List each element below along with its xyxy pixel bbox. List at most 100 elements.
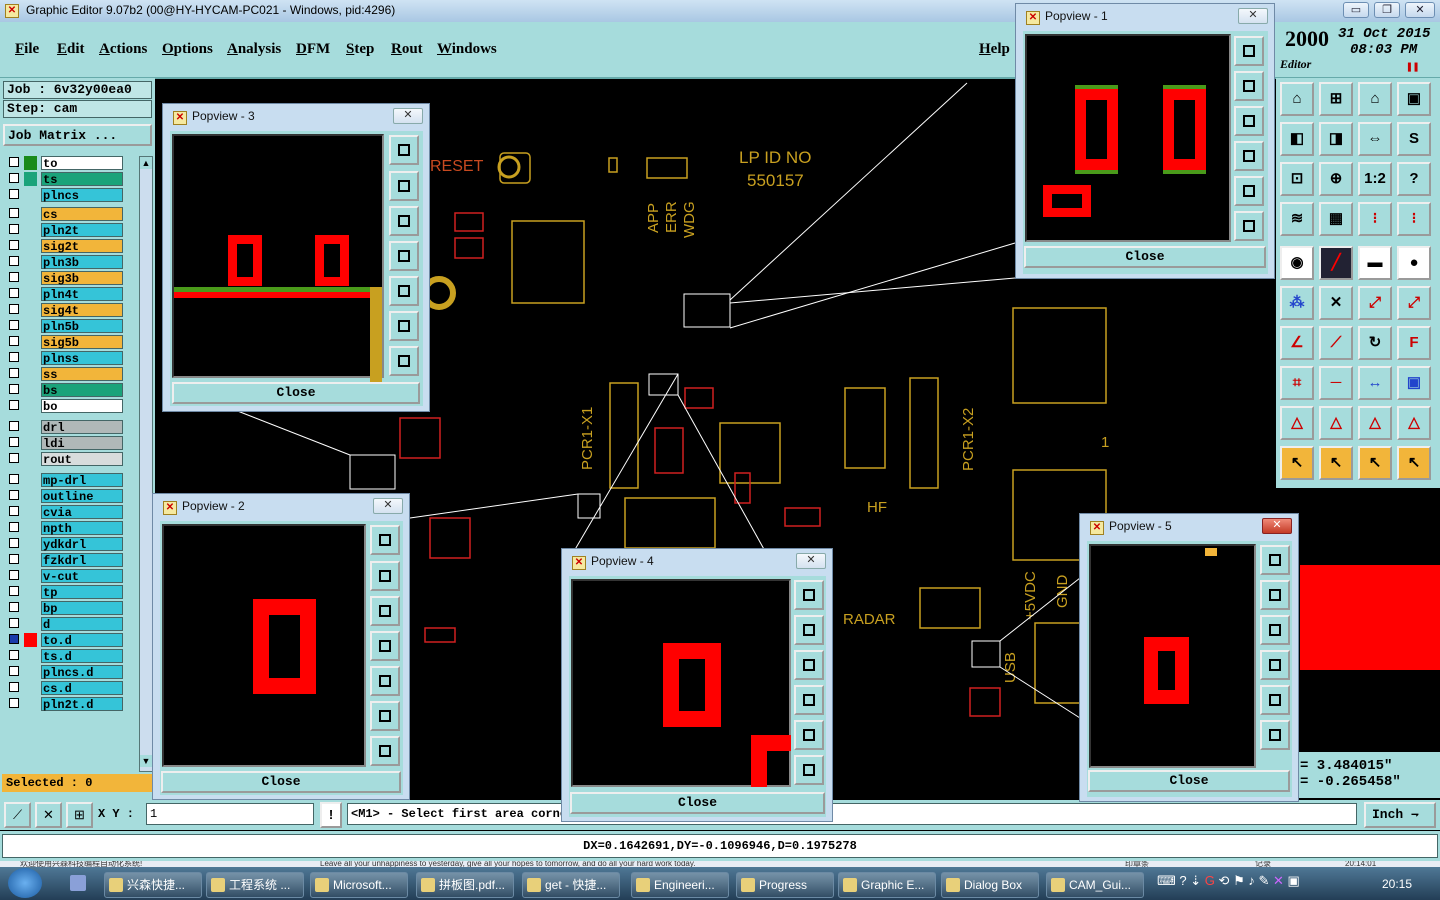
popup-zoom-fit-icon[interactable] [370, 525, 400, 555]
taskbar-item[interactable]: Dialog Box [941, 872, 1039, 898]
layer-checkbox[interactable] [9, 272, 19, 282]
taskbar-item[interactable]: 兴森快捷... [104, 872, 202, 898]
layer-checkbox[interactable] [9, 224, 19, 234]
layer-checkbox[interactable] [9, 650, 19, 660]
tool-pan-left-icon[interactable]: ◧ [1280, 122, 1314, 156]
popup-close-button[interactable]: Close [1088, 770, 1290, 792]
tool-pan-right-icon[interactable]: ◨ [1319, 122, 1353, 156]
layer-checkbox[interactable] [9, 157, 19, 167]
tool-node-icon[interactable]: ⁂ [1280, 286, 1314, 320]
layer-name[interactable]: ldi [41, 436, 123, 451]
popup-close-icon[interactable]: ✕ [373, 498, 403, 514]
layer-row[interactable]: bo [5, 399, 125, 414]
layer-color-swatch[interactable] [24, 255, 37, 269]
layer-row[interactable]: ydkdrl [5, 537, 125, 552]
popup-zoom-fit-icon[interactable] [1234, 36, 1264, 66]
menu-analysis[interactable]: Analysis [227, 41, 281, 58]
layer-row[interactable]: tp [5, 585, 125, 600]
menu-file[interactable]: File [15, 41, 39, 58]
layer-name[interactable]: ss [41, 367, 123, 382]
layer-name[interactable]: sig5b [41, 335, 123, 350]
layer-name[interactable]: pln2t.d [41, 697, 123, 712]
tool-line-icon[interactable]: ╱ [1319, 246, 1353, 280]
layer-row[interactable]: to.d [5, 633, 125, 648]
layer-color-swatch[interactable] [24, 649, 37, 663]
menu-actions[interactable]: Actions [99, 41, 147, 58]
tool-select3-icon[interactable]: ↖ [1358, 446, 1392, 480]
menu-edit[interactable]: Edit [57, 41, 85, 58]
layer-checkbox[interactable] [9, 506, 19, 516]
taskbar-item[interactable]: 工程系统 ... [206, 872, 304, 898]
menu-dfm[interactable]: DFM [296, 41, 330, 58]
layer-name[interactable]: cvia [41, 505, 123, 520]
layer-color-swatch[interactable] [24, 521, 37, 535]
units-select[interactable]: Inch ⇁ [1364, 802, 1436, 828]
layer-color-swatch[interactable] [24, 601, 37, 615]
layer-name[interactable]: bo [41, 399, 123, 414]
layer-checkbox[interactable] [9, 490, 19, 500]
layer-name[interactable]: d [41, 617, 123, 632]
minimize-button[interactable]: ▭ [1343, 2, 1369, 18]
layer-name[interactable]: rout [41, 452, 123, 467]
layer-name[interactable]: fzkdrl [41, 553, 123, 568]
layer-row[interactable]: fzkdrl [5, 553, 125, 568]
layer-color-swatch[interactable] [24, 569, 37, 583]
popup-pan-left-icon[interactable] [1234, 141, 1264, 171]
layer-color-swatch[interactable] [24, 436, 37, 450]
layer-name[interactable]: bp [41, 601, 123, 616]
layer-row[interactable]: cvia [5, 505, 125, 520]
display-tray-icon[interactable]: ▣ [1288, 873, 1300, 888]
popup-canvas[interactable] [1025, 34, 1231, 242]
keyboard-icon[interactable]: ⌨ [1157, 873, 1176, 888]
layer-row[interactable]: ts [5, 172, 125, 187]
layer-row[interactable]: pln4t [5, 287, 125, 302]
layer-checkbox[interactable] [9, 618, 19, 628]
popup-pan-up-icon[interactable] [370, 561, 400, 591]
layer-checkbox[interactable] [9, 173, 19, 183]
layer-row[interactable]: ldi [5, 436, 125, 451]
layer-color-swatch[interactable] [24, 207, 37, 221]
tool-tri2-icon[interactable]: △ [1319, 406, 1353, 440]
layer-color-swatch[interactable] [24, 239, 37, 253]
tool-angle-icon[interactable]: ∠ [1280, 326, 1314, 360]
popup-close-icon[interactable]: ✕ [1238, 8, 1268, 24]
help-tray-icon[interactable]: ? [1179, 873, 1186, 888]
tool-window-icon[interactable]: ▣ [1397, 82, 1431, 116]
popup-zoom-in-icon[interactable] [1234, 211, 1264, 241]
layer-row[interactable]: bp [5, 601, 125, 616]
popup-pan-down-icon[interactable] [1260, 615, 1290, 645]
layer-color-swatch[interactable] [24, 172, 37, 186]
taskbar-item[interactable]: Graphic E... [838, 872, 936, 898]
layer-row[interactable]: plncs.d [5, 665, 125, 680]
layer-name[interactable]: mp-drl [41, 473, 123, 488]
layer-row[interactable]: rout [5, 452, 125, 467]
popup-zoom-in-icon[interactable] [794, 755, 824, 785]
popup-pan-left-icon[interactable] [794, 685, 824, 715]
popup-zoom-fit-icon[interactable] [794, 580, 824, 610]
layer-checkbox[interactable] [9, 368, 19, 378]
layer-color-swatch[interactable] [24, 223, 37, 237]
maximize-button[interactable]: ❐ [1374, 2, 1400, 18]
popup-pan-left-icon[interactable] [1260, 650, 1290, 680]
layer-checkbox[interactable] [9, 634, 19, 644]
popup-pan-down-icon[interactable] [389, 206, 419, 236]
tool-house-icon[interactable]: ⌂ [1358, 82, 1392, 116]
layer-checkbox[interactable] [9, 602, 19, 612]
tool-slash-icon[interactable]: ⟋ [1319, 326, 1353, 360]
popup-pan-left-icon[interactable] [370, 631, 400, 661]
tool-rotate-icon[interactable]: ↻ [1358, 326, 1392, 360]
layer-name[interactable]: to.d [41, 633, 123, 648]
g-tray-icon[interactable]: G [1205, 873, 1215, 888]
popup-zoom-fit-icon[interactable] [389, 135, 419, 165]
menu-rout[interactable]: Rout [391, 41, 423, 58]
popup-pan-up-icon[interactable] [1234, 71, 1264, 101]
tool-scale-icon[interactable]: 1:2 [1358, 162, 1392, 196]
popup-pan-up-icon[interactable] [1260, 580, 1290, 610]
layer-row[interactable]: sig4t [5, 303, 125, 318]
layer-color-swatch[interactable] [24, 697, 37, 711]
layer-row[interactable]: pln3b [5, 255, 125, 270]
layer-row[interactable]: sig3b [5, 271, 125, 286]
popup-zoom-in-icon[interactable] [389, 311, 419, 341]
layer-color-swatch[interactable] [24, 420, 37, 434]
menu-step[interactable]: Step [346, 41, 374, 58]
